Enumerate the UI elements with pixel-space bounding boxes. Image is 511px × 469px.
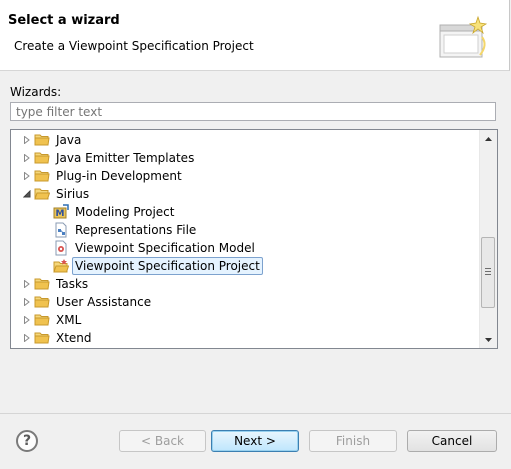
tree-item-label: Xtend — [56, 331, 92, 345]
collapse-arrow-icon[interactable] — [22, 189, 32, 199]
wizard-header: Select a wizard Create a Viewpoint Speci… — [0, 0, 510, 71]
folder-icon — [34, 152, 50, 164]
tree-item-label: Modeling Project — [75, 205, 175, 219]
tree-item-xtend[interactable]: Xtend — [11, 329, 481, 347]
tree-item-label: Java Emitter Templates — [56, 151, 195, 165]
tree-item-label: Plug-in Development — [56, 169, 182, 183]
svg-text:M: M — [56, 209, 65, 219]
next-button[interactable]: Next > — [211, 430, 299, 452]
tree-item-representations-file[interactable]: Representations File — [11, 221, 481, 239]
finish-button[interactable]: Finish — [309, 430, 397, 452]
expand-arrow-icon[interactable] — [22, 279, 32, 289]
tree-item-label: Viewpoint Specification Model — [75, 241, 255, 255]
modeling-project-icon: M — [53, 204, 69, 219]
wizard-banner-icon — [439, 15, 488, 58]
folder-icon — [34, 170, 50, 182]
viewpoint-model-icon — [55, 240, 67, 256]
expand-arrow-icon[interactable] — [22, 315, 32, 325]
tree-item-java[interactable]: Java — [11, 131, 481, 149]
expand-arrow-icon[interactable] — [22, 333, 32, 343]
tree-item-viewpoint-specification-model[interactable]: Viewpoint Specification Model — [11, 239, 481, 257]
back-button[interactable]: < Back — [119, 430, 206, 452]
tree-item-viewpoint-specification-project[interactable]: Viewpoint Specification Project — [11, 257, 481, 275]
button-bar-separator — [0, 413, 511, 414]
expand-arrow-icon[interactable] — [22, 153, 32, 163]
page-subtitle: Create a Viewpoint Specification Project — [14, 39, 254, 53]
scrollbar-thumb[interactable] — [481, 237, 495, 308]
scroll-down-arrow-icon[interactable] — [480, 331, 497, 348]
folder-icon — [34, 314, 50, 326]
page-title: Select a wizard — [8, 13, 120, 28]
tree-item-tasks[interactable]: Tasks — [11, 275, 481, 293]
tree-item-label: Viewpoint Specification Project — [72, 257, 263, 275]
folder-icon — [34, 134, 50, 146]
folder-icon — [34, 278, 50, 290]
tree-item-user-assistance[interactable]: User Assistance — [11, 293, 481, 311]
folder-open-icon — [34, 188, 50, 200]
tree-item-java-emitter-templates[interactable]: Java Emitter Templates — [11, 149, 481, 167]
scroll-up-arrow-icon[interactable] — [480, 130, 497, 147]
folder-icon — [34, 332, 50, 344]
expand-arrow-icon[interactable] — [22, 297, 32, 307]
filter-input[interactable] — [10, 102, 496, 121]
viewpoint-project-icon — [53, 259, 69, 273]
wizard-tree[interactable]: Java Java Emitter Templates Plug-in Deve… — [10, 129, 498, 349]
tree-item-modeling-project[interactable]: M Modeling Project — [11, 203, 481, 221]
tree-item-label: Java — [56, 133, 82, 147]
tree-item-label: User Assistance — [56, 295, 152, 309]
wizards-label: Wizards: — [10, 85, 62, 99]
tree-item-label: Sirius — [56, 187, 90, 201]
tree-scrollbar[interactable] — [479, 130, 497, 348]
folder-icon — [34, 296, 50, 308]
help-icon[interactable]: ? — [16, 430, 38, 452]
tree-item-plugin-development[interactable]: Plug-in Development — [11, 167, 481, 185]
tree-item-sirius[interactable]: Sirius — [11, 185, 481, 203]
tree-item-label: XML — [56, 313, 82, 327]
expand-arrow-icon[interactable] — [22, 135, 32, 145]
representations-file-icon — [55, 222, 67, 238]
tree-item-xml[interactable]: XML — [11, 311, 481, 329]
cancel-button[interactable]: Cancel — [407, 430, 497, 452]
tree-item-label: Tasks — [56, 277, 89, 291]
tree-item-label: Representations File — [75, 223, 197, 237]
expand-arrow-icon[interactable] — [22, 171, 32, 181]
